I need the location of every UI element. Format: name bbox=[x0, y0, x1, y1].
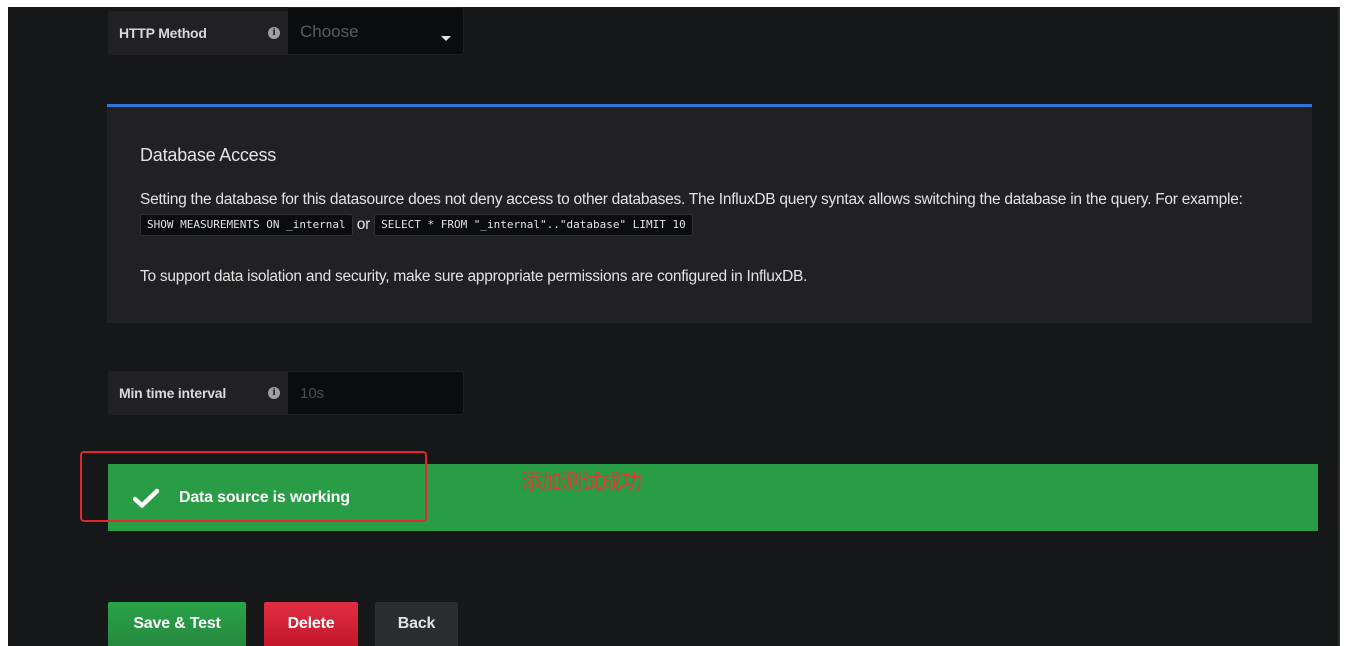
description-or: or bbox=[352, 216, 375, 233]
code-snippet-select: SELECT * FROM "_internal".."database" LI… bbox=[374, 213, 693, 236]
min-time-interval-placeholder: 10s bbox=[300, 384, 325, 402]
http-method-row: HTTP Method i Choose bbox=[108, 7, 464, 55]
chevron-down-icon bbox=[441, 36, 451, 41]
database-access-panel: Database Access Setting the database for… bbox=[107, 104, 1312, 323]
success-alert-message: Data source is working bbox=[179, 488, 350, 506]
database-access-title: Database Access bbox=[140, 145, 277, 165]
code-snippet-show-measurements: SHOW MEASUREMENTS ON _internal bbox=[140, 213, 353, 236]
min-time-interval-label: Min time interval i bbox=[108, 371, 288, 415]
scrollbar[interactable] bbox=[1338, 7, 1340, 646]
min-time-interval-label-text: Min time interval bbox=[119, 385, 227, 401]
http-method-label-text: HTTP Method bbox=[119, 25, 207, 41]
description-text: Setting the database for this datasource… bbox=[140, 191, 1243, 208]
min-time-interval-row: Min time interval i 10s bbox=[108, 371, 464, 415]
database-access-description: Setting the database for this datasource… bbox=[140, 187, 1290, 237]
http-method-select[interactable]: Choose bbox=[288, 7, 464, 55]
check-icon bbox=[133, 488, 159, 508]
back-button[interactable]: Back bbox=[375, 602, 458, 646]
info-icon[interactable]: i bbox=[268, 27, 280, 39]
min-time-interval-input[interactable]: 10s bbox=[288, 371, 464, 415]
http-method-placeholder: Choose bbox=[300, 22, 359, 41]
database-access-security-note: To support data isolation and security, … bbox=[140, 268, 808, 285]
datasource-settings-page: HTTP Method i Choose Database Access Set… bbox=[8, 7, 1340, 646]
annotation-text: 添加测试成功 bbox=[521, 470, 642, 494]
save-test-button[interactable]: Save & Test bbox=[108, 602, 246, 646]
success-alert: Data source is working bbox=[108, 464, 1318, 531]
info-icon[interactable]: i bbox=[268, 387, 280, 399]
delete-button[interactable]: Delete bbox=[264, 602, 358, 646]
http-method-label: HTTP Method i bbox=[108, 11, 288, 55]
